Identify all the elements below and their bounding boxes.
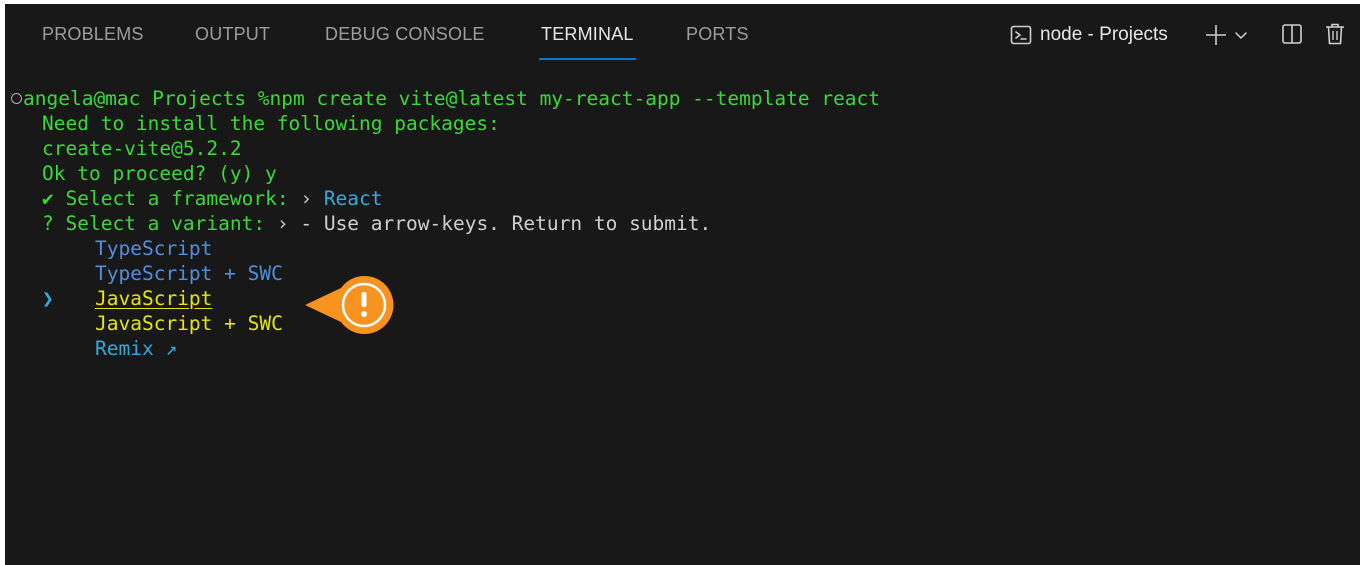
plus-icon: [1206, 25, 1226, 45]
framework-value: React: [323, 187, 383, 210]
prompt-user: angela@mac Projects %: [23, 87, 270, 110]
variant-separator: ›: [276, 212, 289, 235]
chevron-down-icon: [1235, 32, 1247, 39]
tab-terminal[interactable]: TERMINAL: [539, 24, 636, 60]
option-javascript-swc[interactable]: JavaScript + SWC: [95, 311, 283, 336]
callout-exclamation-icon: [305, 276, 394, 334]
tab-problems[interactable]: PROBLEMS: [42, 24, 144, 60]
tab-output[interactable]: OUTPUT: [195, 24, 270, 60]
split-panel-icon: [1282, 24, 1302, 44]
tab-debug-console[interactable]: DEBUG CONSOLE: [325, 24, 485, 60]
option-remix[interactable]: Remix ↗: [95, 336, 177, 361]
terminal-selector[interactable]: node - Projects: [1010, 20, 1168, 50]
check-icon: ✔: [42, 187, 54, 210]
terminal-dropdown-button[interactable]: [1234, 28, 1248, 47]
split-terminal-button[interactable]: [1281, 23, 1303, 50]
kill-terminal-button[interactable]: [1324, 22, 1346, 51]
terminal-output[interactable]: angela@mac Projects %npm create vite@lat…: [5, 86, 1360, 565]
framework-separator: ›: [300, 187, 313, 210]
tab-ports[interactable]: PORTS: [686, 24, 749, 60]
variant-hint: - Use arrow-keys. Return to submit.: [300, 212, 712, 235]
output-install: Need to install the following packages:: [42, 112, 500, 135]
command-status-icon[interactable]: [11, 93, 22, 104]
option-typescript[interactable]: TypeScript: [95, 236, 212, 261]
option-typescript-swc[interactable]: TypeScript + SWC: [95, 261, 283, 286]
framework-line: ✔ Select a framework: › React: [42, 186, 383, 211]
selection-pointer-icon: ❯: [42, 287, 54, 310]
new-terminal-button[interactable]: [1204, 23, 1228, 52]
variant-line: ? Select a variant: › - Use arrow-keys. …: [42, 211, 711, 236]
panel-tab-bar: PROBLEMS OUTPUT DEBUG CONSOLE TERMINAL P…: [5, 4, 1360, 62]
output-proceed: Ok to proceed? (y) y: [42, 162, 277, 185]
terminal-icon: [1010, 25, 1032, 45]
variant-label: Select a variant:: [65, 212, 266, 235]
question-icon: ?: [42, 212, 54, 235]
prompt-line: angela@mac Projects %npm create vite@lat…: [23, 86, 880, 111]
option-javascript[interactable]: JavaScript: [95, 286, 212, 311]
framework-label: Select a framework:: [65, 187, 289, 210]
terminal-selector-label: node - Projects: [1040, 24, 1168, 45]
prompt-command: npm create vite@latest my-react-app --te…: [269, 87, 881, 110]
trash-icon: [1326, 23, 1344, 45]
output-package: create-vite@5.2.2: [42, 137, 242, 160]
terminal-panel: PROBLEMS OUTPUT DEBUG CONSOLE TERMINAL P…: [5, 4, 1360, 565]
